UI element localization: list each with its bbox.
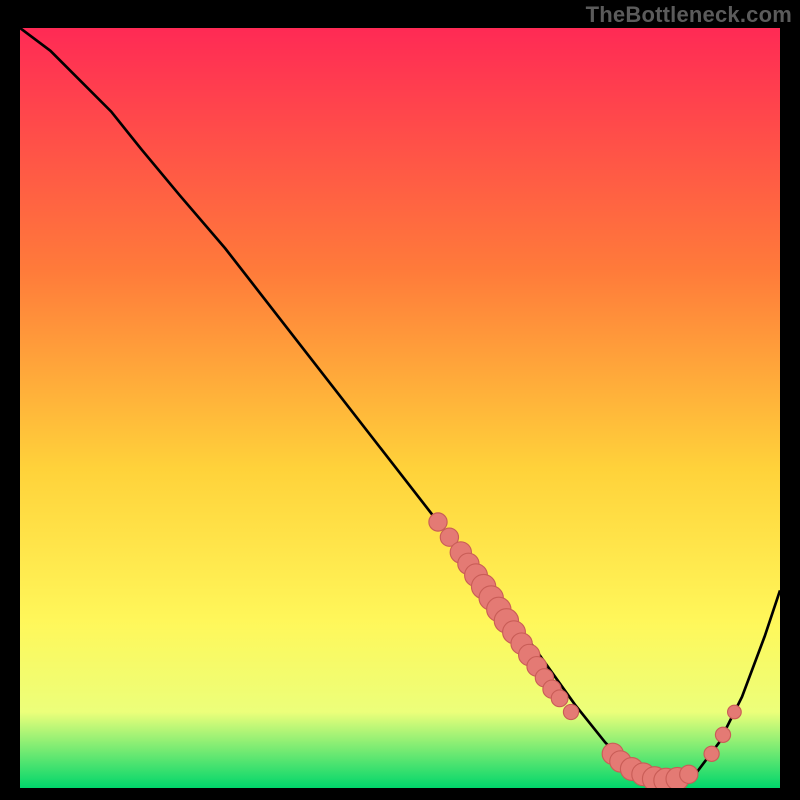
chart-svg <box>20 28 780 788</box>
curve-marker <box>680 765 698 783</box>
curve-marker <box>715 727 730 742</box>
watermark-text: TheBottleneck.com <box>586 2 792 28</box>
curve-marker <box>563 704 578 719</box>
curve-marker <box>429 513 447 531</box>
curve-marker <box>551 690 568 707</box>
curve-marker <box>728 705 742 719</box>
chart-stage: TheBottleneck.com <box>0 0 800 800</box>
plot-area <box>20 28 780 788</box>
curve-marker <box>704 746 719 761</box>
